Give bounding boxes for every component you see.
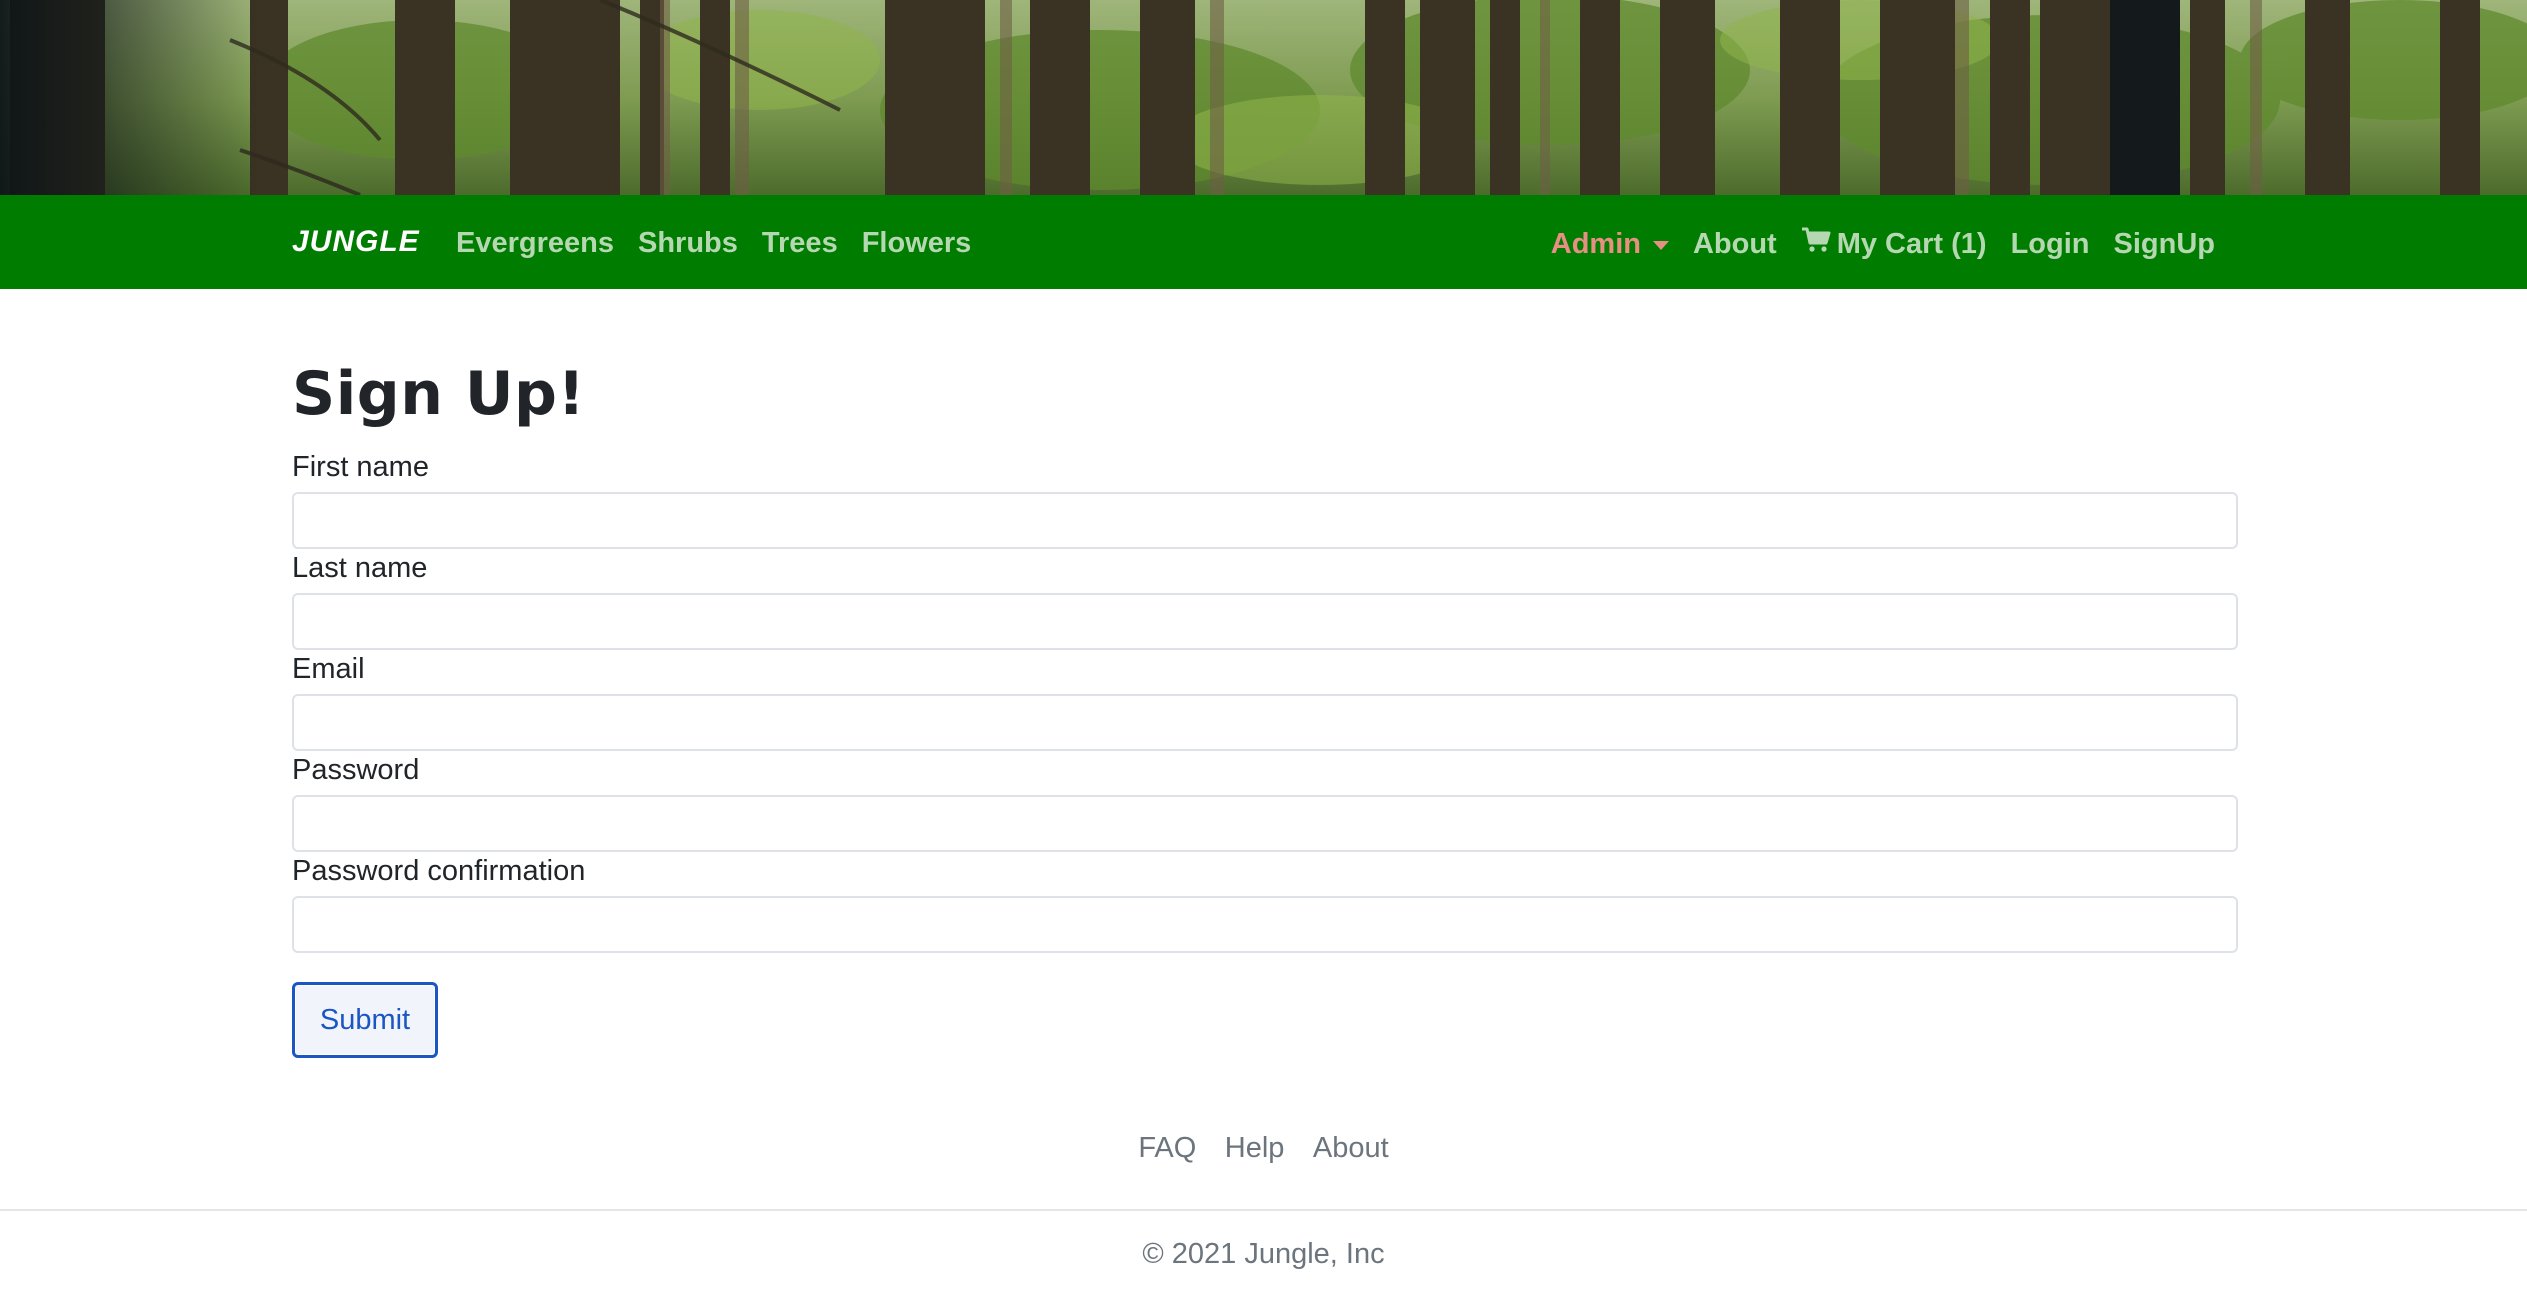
email-label: Email xyxy=(292,653,365,685)
caret-down-icon xyxy=(1652,240,1669,250)
main-navbar: JUNGLE Evergreens Shrubs Trees Flowers A… xyxy=(0,195,2527,289)
page-title: Sign Up! xyxy=(292,359,586,429)
admin-dropdown-toggle[interactable]: Admin xyxy=(1539,222,1681,267)
last-name-input[interactable] xyxy=(292,593,2238,650)
last-name-label: Last name xyxy=(292,552,428,584)
footer-links: FAQ Help About xyxy=(0,1132,2527,1165)
navbar-container: JUNGLE Evergreens Shrubs Trees Flowers A… xyxy=(0,195,2527,289)
nav-link-login[interactable]: Login xyxy=(1999,222,2102,267)
nav-link-evergreens[interactable]: Evergreens xyxy=(456,221,626,266)
password-input[interactable] xyxy=(292,795,2238,852)
email-input[interactable] xyxy=(292,694,2238,751)
footer-divider xyxy=(0,1209,2527,1211)
nav-link-signup[interactable]: SignUp xyxy=(2102,222,2228,267)
first-name-input[interactable] xyxy=(292,492,2238,549)
nav-link-about[interactable]: About xyxy=(1681,222,1789,267)
password-label: Password xyxy=(292,754,420,786)
shopping-cart-icon xyxy=(1801,227,1831,261)
brand-logo-link[interactable]: JUNGLE xyxy=(292,225,420,259)
cart-label: My Cart (1) xyxy=(1836,227,1987,260)
admin-label: Admin xyxy=(1550,227,1641,260)
nav-link-trees[interactable]: Trees xyxy=(750,221,850,266)
account-nav: Admin About My Cart (1) Login SignUp xyxy=(1539,221,2227,267)
first-name-label: First name xyxy=(292,451,429,483)
footer-link-about[interactable]: About xyxy=(1313,1132,1389,1164)
nav-link-cart[interactable]: My Cart (1) xyxy=(1789,221,1999,267)
password-confirmation-label: Password confirmation xyxy=(292,855,586,887)
footer-link-help[interactable]: Help xyxy=(1225,1132,1285,1164)
forest-illustration xyxy=(0,0,2527,195)
footer-link-faq[interactable]: FAQ xyxy=(1138,1132,1196,1164)
nav-link-flowers[interactable]: Flowers xyxy=(850,221,984,266)
category-nav: Evergreens Shrubs Trees Flowers xyxy=(456,221,983,266)
nav-link-shrubs[interactable]: Shrubs xyxy=(626,221,750,266)
copyright-text: © 2021 Jungle, Inc xyxy=(1142,1238,1385,1270)
hero-banner-image xyxy=(0,0,2527,195)
submit-button[interactable]: Submit xyxy=(292,982,438,1058)
password-confirmation-input[interactable] xyxy=(292,896,2238,953)
